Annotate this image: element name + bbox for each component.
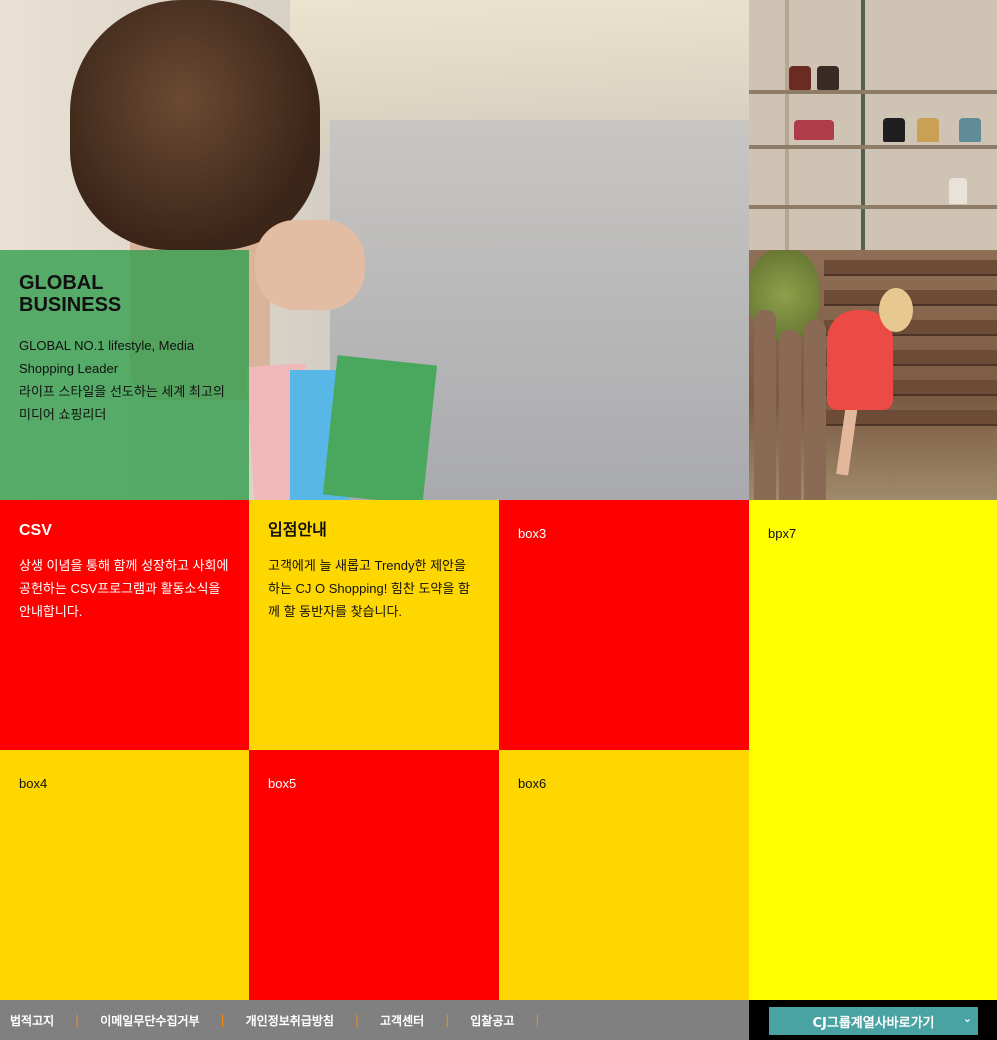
fence-post (754, 310, 776, 500)
box6[interactable]: box6 (499, 750, 749, 1000)
log-wall (824, 260, 997, 276)
global-business-panel: GLOBAL BUSINESS GLOBAL NO.1 lifestyle, M… (0, 250, 249, 500)
handbag (917, 118, 939, 142)
chevron-down-icon: ⌄ (962, 1012, 972, 1025)
shopping-bag-green (322, 355, 438, 500)
hero-woman-hair (70, 0, 320, 250)
handbag (789, 66, 811, 90)
footer-link-email-refusal[interactable]: 이메일무단수집거부 (100, 1012, 199, 1029)
box4-label: box4 (19, 776, 48, 791)
store-shelves-image (749, 0, 997, 250)
family-site-select[interactable]: CJ그룹계열사바로가기 ⌄ (769, 1007, 978, 1035)
footer-link-legal[interactable]: 법적고지 (10, 1012, 54, 1029)
partner-box[interactable]: 입점안내 고객에게 늘 새롭고 Trendy한 제안을 하는 CJ O Shop… (249, 500, 499, 750)
box4[interactable]: box4 (0, 750, 249, 1000)
footer-family-area: CJ그룹계열사바로가기 ⌄ (749, 1000, 997, 1040)
footer-separator: | (445, 1013, 450, 1027)
girl-head (879, 288, 913, 332)
footer-link-bidding[interactable]: 입찰공고 (470, 1012, 514, 1029)
shelf-items (794, 120, 834, 140)
shelf-post (785, 0, 789, 250)
handbag (959, 118, 981, 142)
partner-text: 고객에게 늘 새롭고 Trendy한 제안을 하는 CJ O Shopping!… (268, 558, 470, 619)
shelf-board (749, 145, 997, 149)
box7[interactable]: bpx7 (749, 500, 997, 1000)
shelf-items (949, 178, 967, 204)
footer-links: 법적고지 | 이메일무단수집거부 | 개인정보취급방침 | 고객센터 | 입찰공… (0, 1000, 749, 1040)
hero-woman-hand (255, 220, 365, 310)
shelf-board (749, 90, 997, 94)
box3-label: box3 (518, 526, 547, 541)
family-site-label: CJ그룹계열사바로가기 (812, 1015, 935, 1031)
fence-post (804, 320, 826, 500)
csv-box[interactable]: CSV 상생 이념을 통해 함께 성장하고 사회에 공헌하는 CSV프로그램과 … (0, 500, 249, 750)
footer-separator: | (220, 1013, 225, 1027)
handbag (883, 118, 905, 142)
csv-text: 상생 이념을 통해 함께 성장하고 사회에 공헌하는 CSV프로그램과 활동소식… (19, 558, 229, 619)
partner-title: 입점안내 (268, 522, 327, 539)
box5[interactable]: box5 (249, 750, 499, 1000)
global-business-desc: GLOBAL NO.1 lifestyle, Media Shopping Le… (19, 338, 225, 422)
box6-label: box6 (518, 776, 547, 791)
shelf-board (749, 205, 997, 209)
footer-link-privacy[interactable]: 개인정보취급방침 (246, 1012, 334, 1029)
shelf-post (861, 0, 865, 250)
box3[interactable]: box3 (499, 500, 749, 750)
box7-label: bpx7 (768, 526, 797, 541)
footer-separator: | (354, 1013, 360, 1027)
global-business-title: GLOBAL BUSINESS (19, 272, 122, 316)
handbag (817, 66, 839, 90)
fence-post (779, 330, 801, 500)
footer-separator: | (75, 1013, 80, 1027)
girl-red-dress-image (749, 250, 997, 500)
footer-separator: | (535, 1013, 540, 1027)
footer-link-customer-center[interactable]: 고객센터 (380, 1012, 424, 1029)
box5-label: box5 (268, 776, 297, 791)
csv-title: CSV (19, 522, 52, 539)
